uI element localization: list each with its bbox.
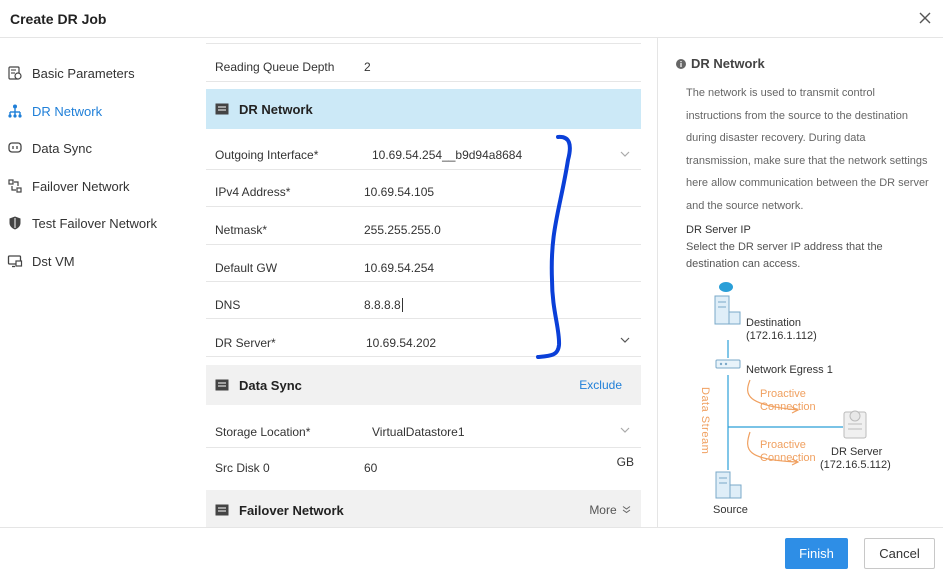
- dr-network-section-title: DR Network: [239, 101, 313, 117]
- proactive-connection-label-2a: Proactive: [760, 439, 806, 451]
- outgoing-interface-select[interactable]: 10.69.54.254__b9d94a8684: [372, 148, 522, 162]
- storage-location-label: Storage Location*: [215, 425, 311, 439]
- network-diagram: Destination (172.16.1.112) Network Egres…: [658, 270, 943, 527]
- source-server-icon: [715, 471, 742, 499]
- sync-icon: [8, 142, 22, 153]
- form-panel: Reading Queue Depth 2 DR Network Outgoin…: [192, 38, 657, 527]
- sidebar-item-label: Failover Network: [32, 178, 130, 194]
- sidebar-item-label: DR Network: [32, 103, 103, 119]
- shield-icon: [9, 216, 21, 230]
- section-icon: [215, 504, 229, 516]
- exclude-link[interactable]: Exclude: [579, 378, 622, 392]
- reading-queue-depth-label: Reading Queue Depth: [215, 60, 335, 74]
- dns-label: DNS: [215, 298, 241, 312]
- sidebar-item-failover-network[interactable]: Failover Network: [0, 171, 190, 201]
- more-label: More: [589, 503, 617, 517]
- dr-server-icon: [843, 410, 867, 439]
- src-disk-row: Src Disk 0 60 GB: [206, 448, 641, 484]
- sidebar-item-test-failover-network[interactable]: Test Failover Network: [0, 208, 190, 238]
- help-title: DR Network: [676, 56, 765, 71]
- dialog-title: Create DR Job: [10, 11, 107, 27]
- reading-queue-depth-row: Reading Queue Depth 2: [206, 44, 641, 82]
- sidebar: Basic Parameters DR Network Data Sync Fa…: [0, 38, 192, 527]
- netmask-label: Netmask*: [215, 223, 268, 237]
- default-gw-input[interactable]: 10.69.54.254: [364, 261, 434, 275]
- outgoing-interface-label: Outgoing Interface*: [215, 148, 319, 162]
- storage-location-select[interactable]: VirtualDatastore1: [372, 425, 465, 439]
- dialog-footer: Finish Cancel: [0, 527, 943, 577]
- network-icon: [8, 104, 22, 118]
- network-egress-label: Network Egress 1: [746, 364, 833, 376]
- sidebar-item-label: Test Failover Network: [32, 215, 157, 231]
- sidebar-item-label: Data Sync: [32, 140, 92, 156]
- failover-network-section: Failover Network More: [206, 490, 641, 527]
- dialog-header: Create DR Job: [0, 0, 943, 38]
- chevron-down-icon[interactable]: [619, 148, 631, 160]
- dr-server-label: DR Server: [831, 446, 883, 458]
- sidebar-item-label: Basic Parameters: [32, 65, 135, 81]
- dr-server-ip: (172.16.5.112): [820, 459, 891, 471]
- cancel-button[interactable]: Cancel: [864, 538, 935, 569]
- src-disk-unit: GB: [616, 455, 634, 469]
- proactive-connection-label-2b: Connection: [760, 452, 816, 464]
- more-toggle[interactable]: More: [589, 503, 631, 517]
- gear-icon: [8, 66, 22, 80]
- help-panel: DR Network The network is used to transm…: [658, 38, 943, 527]
- proactive-connection-label-1b: Connection: [760, 401, 816, 413]
- section-icon: [215, 379, 229, 391]
- close-icon[interactable]: [915, 8, 935, 28]
- destination-ip: (172.16.1.112): [746, 330, 817, 342]
- sidebar-item-label: Dst VM: [32, 253, 75, 269]
- dr-network-section: DR Network: [206, 89, 641, 129]
- dr-server-select[interactable]: 10.69.54.202: [366, 336, 436, 350]
- help-title-text: DR Network: [691, 56, 765, 71]
- dr-server-label: DR Server*: [215, 336, 276, 350]
- ipv4-address-label: IPv4 Address*: [215, 185, 291, 199]
- sidebar-item-dst-vm[interactable]: Dst VM: [0, 246, 190, 276]
- src-disk-label: Src Disk 0: [215, 461, 270, 475]
- reading-queue-depth-value[interactable]: 2: [364, 60, 371, 74]
- sidebar-item-data-sync[interactable]: Data Sync: [0, 133, 190, 163]
- dns-input[interactable]: 8.8.8.8: [364, 298, 403, 312]
- source-label: Source: [713, 504, 748, 516]
- help-subtitle: DR Server IP: [686, 224, 751, 236]
- src-disk-input[interactable]: 60: [364, 461, 377, 475]
- info-icon: [676, 58, 686, 69]
- default-gw-label: Default GW: [215, 261, 278, 275]
- chevron-down-icon[interactable]: [619, 334, 631, 346]
- network-egress-icon: [715, 359, 741, 369]
- help-description: The network is used to transmit control …: [686, 87, 929, 212]
- data-sync-section-title: Data Sync: [239, 377, 302, 393]
- netmask-input[interactable]: 255.255.255.0: [364, 223, 441, 237]
- destination-label: Destination: [746, 317, 802, 329]
- finish-button[interactable]: Finish: [785, 538, 848, 569]
- double-chevron-down-icon: [622, 506, 631, 514]
- monitor-icon: [7, 255, 23, 268]
- sidebar-item-basic-parameters[interactable]: Basic Parameters: [0, 58, 190, 88]
- proactive-connection-label-1a: Proactive: [760, 388, 806, 400]
- annotation-brace: [536, 134, 572, 359]
- section-icon: [215, 103, 229, 115]
- destination-server-icon: [714, 282, 741, 325]
- failover-network-section-title: Failover Network: [239, 502, 344, 518]
- failover-icon: [8, 179, 22, 193]
- chevron-down-icon[interactable]: [619, 424, 631, 436]
- ipv4-address-input[interactable]: 10.69.54.105: [364, 185, 434, 199]
- help-subdescription: Select the DR server IP address that the…: [686, 241, 883, 270]
- data-stream-label: Data Stream: [699, 387, 711, 455]
- data-sync-section: Data Sync Exclude: [206, 365, 641, 405]
- storage-location-row[interactable]: Storage Location* VirtualDatastore1: [206, 411, 641, 448]
- sidebar-item-dr-network[interactable]: DR Network: [0, 96, 190, 126]
